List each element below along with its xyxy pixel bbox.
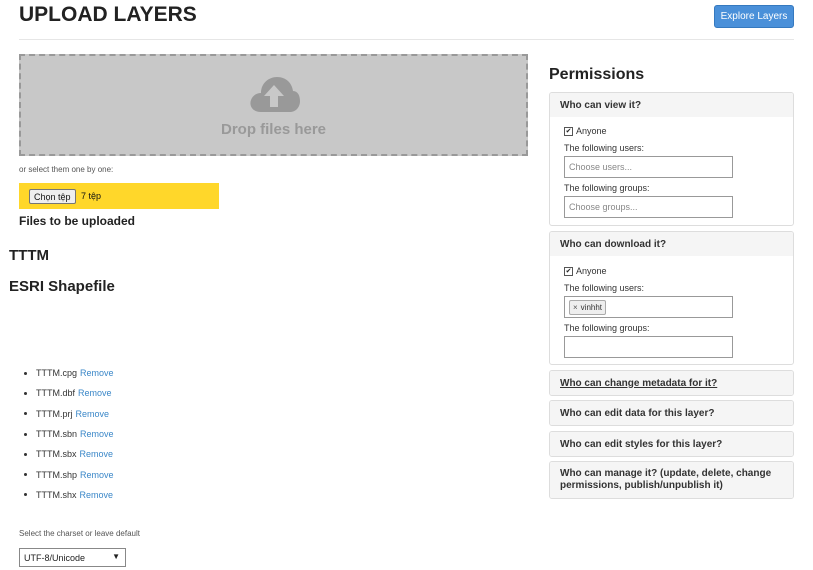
manage-title[interactable]: Who can manage it? (update, delete, chan… bbox=[550, 462, 793, 498]
edit-data-title[interactable]: Who can edit data for this layer? bbox=[550, 401, 793, 425]
edit-styles-panel[interactable]: Who can edit styles for this layer? bbox=[549, 431, 794, 457]
list-item: TTTM.sbx Remove bbox=[24, 444, 114, 464]
dropzone-label: Drop files here bbox=[220, 121, 327, 138]
edit-styles-title[interactable]: Who can edit styles for this layer? bbox=[550, 432, 793, 456]
download-anyone-checkbox[interactable]: ✔ Anyone bbox=[564, 266, 607, 276]
files-to-upload-heading: Files to be uploaded bbox=[19, 214, 136, 228]
edit-data-panel[interactable]: Who can edit data for this layer? bbox=[549, 400, 794, 426]
layer-type: ESRI Shapefile bbox=[9, 278, 115, 295]
header-divider bbox=[19, 39, 794, 40]
download-anyone-label: Anyone bbox=[576, 266, 607, 276]
layer-name: TTTM bbox=[9, 247, 49, 264]
file-dropzone[interactable]: Drop files here bbox=[19, 54, 528, 156]
file-name: TTTM.dbf bbox=[36, 388, 76, 399]
file-name: TTTM.prj bbox=[36, 408, 73, 419]
bullet-icon bbox=[24, 452, 27, 456]
file-name: TTTM.shx bbox=[36, 489, 77, 500]
file-name: TTTM.shp bbox=[36, 469, 78, 480]
list-item: TTTM.prj Remove bbox=[24, 404, 114, 424]
bullet-icon bbox=[24, 391, 27, 395]
remove-link[interactable]: Remove bbox=[76, 409, 110, 419]
list-item: TTTM.cpg Remove bbox=[24, 363, 114, 383]
explore-layers-button[interactable]: Explore Layers bbox=[714, 5, 794, 28]
caret-down-icon: ▼ bbox=[112, 552, 120, 561]
view-panel-title: Who can view it? bbox=[550, 93, 793, 117]
download-groups-input[interactable] bbox=[564, 336, 733, 358]
bullet-icon bbox=[24, 371, 27, 375]
charset-value: UTF-8/Unicode bbox=[24, 552, 86, 563]
download-users-label: The following users: bbox=[564, 283, 645, 293]
choose-files-button[interactable]: Chọn tệp bbox=[29, 189, 76, 204]
remove-link[interactable]: Remove bbox=[80, 470, 114, 480]
bullet-icon bbox=[24, 412, 27, 416]
bullet-icon bbox=[24, 432, 27, 436]
manage-panel[interactable]: Who can manage it? (update, delete, chan… bbox=[549, 461, 794, 499]
view-anyone-label: Anyone bbox=[576, 126, 607, 136]
list-item: TTTM.shx Remove bbox=[24, 485, 114, 505]
file-count: 7 tệp bbox=[81, 191, 102, 201]
file-name: TTTM.sbn bbox=[36, 429, 78, 440]
download-panel-title: Who can download it? bbox=[550, 232, 793, 256]
view-users-label: The following users: bbox=[564, 143, 645, 153]
list-item: TTTM.sbn Remove bbox=[24, 424, 114, 444]
change-metadata-title[interactable]: Who can change metadata for it? bbox=[550, 371, 793, 395]
view-groups-label: The following groups: bbox=[564, 183, 650, 193]
download-users-input[interactable]: × vinhht bbox=[564, 296, 733, 318]
view-users-input[interactable]: Choose users... bbox=[564, 156, 733, 178]
charset-select[interactable]: UTF-8/Unicode ▼ bbox=[19, 548, 126, 567]
checkbox-checked-icon: ✔ bbox=[564, 266, 573, 276]
view-permission-panel: Who can view it? ✔ Anyone The following … bbox=[549, 92, 794, 226]
remove-link[interactable]: Remove bbox=[80, 429, 114, 439]
select-files-note: or select them one by one: bbox=[19, 165, 114, 174]
cloud-upload-icon bbox=[250, 77, 300, 112]
permissions-heading: Permissions bbox=[549, 66, 645, 83]
change-metadata-panel[interactable]: Who can change metadata for it? bbox=[549, 370, 794, 396]
page-title: UPLOAD LAYERS bbox=[19, 3, 197, 26]
bullet-icon bbox=[24, 493, 27, 497]
close-icon[interactable]: × bbox=[573, 303, 578, 312]
list-item: TTTM.shp Remove bbox=[24, 464, 114, 484]
file-name: TTTM.sbx bbox=[36, 449, 77, 460]
bullet-icon bbox=[24, 473, 27, 477]
file-input-bar: Chọn tệp 7 tệp bbox=[19, 183, 219, 209]
view-anyone-checkbox[interactable]: ✔ Anyone bbox=[564, 126, 607, 136]
list-item: TTTM.dbf Remove bbox=[24, 383, 114, 403]
download-permission-panel: Who can download it? ✔ Anyone The follow… bbox=[549, 231, 794, 365]
view-groups-input[interactable]: Choose groups... bbox=[564, 196, 733, 218]
charset-label: Select the charset or leave default bbox=[19, 529, 140, 538]
remove-link[interactable]: Remove bbox=[80, 490, 114, 500]
user-tag: × vinhht bbox=[569, 299, 607, 315]
file-name: TTTM.cpg bbox=[36, 368, 78, 379]
remove-link[interactable]: Remove bbox=[80, 449, 114, 459]
remove-link[interactable]: Remove bbox=[80, 368, 114, 378]
download-groups-label: The following groups: bbox=[564, 323, 650, 333]
user-tag-label: vinhht bbox=[580, 302, 603, 312]
checkbox-checked-icon: ✔ bbox=[564, 126, 573, 136]
remove-link[interactable]: Remove bbox=[78, 388, 112, 398]
file-list: TTTM.cpg Remove TTTM.dbf Remove TTTM.prj Re… bbox=[24, 363, 114, 505]
